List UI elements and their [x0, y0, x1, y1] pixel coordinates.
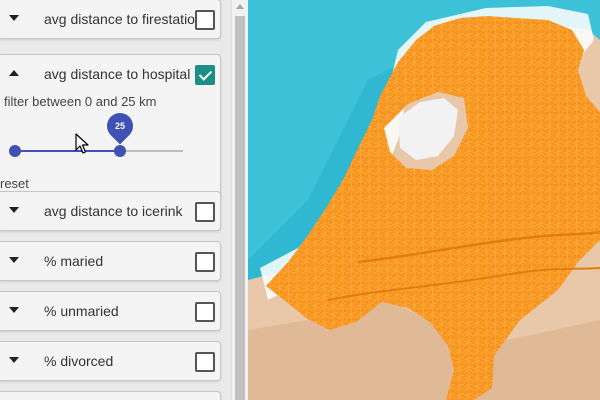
range-slider-min-handle[interactable] [9, 145, 21, 157]
panel-icerink: avg distance to icerink [0, 191, 221, 231]
checkbox-divorced[interactable] [195, 352, 215, 372]
panel-header-icerink[interactable]: avg distance to icerink [0, 192, 220, 230]
panel-header-firestation[interactable]: avg distance to firestation [0, 0, 220, 38]
sidebar-scrollbar[interactable] [231, 0, 248, 400]
sidebar: avg distance to firestation avg distance… [0, 0, 231, 400]
checkbox-maried[interactable] [195, 252, 215, 272]
scrollbar-thumb[interactable] [235, 16, 245, 400]
panel-partial [0, 391, 221, 400]
triangle-down-icon[interactable] [9, 357, 19, 363]
panel-divorced: % divorced [0, 341, 221, 381]
triangle-down-icon[interactable] [9, 207, 19, 213]
panel-maried: % maried [0, 241, 221, 281]
checkbox-icerink[interactable] [195, 202, 215, 222]
reset-link[interactable]: reset [0, 176, 29, 191]
range-slider-track[interactable]: 25 [9, 107, 183, 157]
range-slider-fill [15, 150, 120, 152]
range-slider-max-handle[interactable] [114, 145, 126, 157]
panel-header-divorced[interactable]: % divorced [0, 342, 220, 380]
panel-unmaried: % unmaried [0, 291, 221, 331]
panel-header-hospital[interactable]: avg distance to hospital [0, 55, 220, 93]
filter-description: filter between 0 and 25 km [4, 94, 157, 109]
hospital-filter: filter between 0 and 25 km 25 reset [0, 93, 220, 199]
checkbox-firestation[interactable] [195, 10, 215, 30]
slider-value-label: 25 [114, 121, 125, 131]
panel-label-hospital: avg distance to hospital [44, 66, 191, 82]
panel-header-maried[interactable]: % maried [0, 242, 220, 280]
map-view[interactable] [248, 0, 600, 400]
panel-firestation: avg distance to firestation [0, 0, 221, 39]
panel-header-unmaried[interactable]: % unmaried [0, 292, 220, 330]
triangle-down-icon[interactable] [9, 15, 19, 21]
panel-label-icerink: avg distance to icerink [44, 203, 183, 219]
panel-label-maried: % maried [44, 253, 104, 269]
panel-label-unmaried: % unmaried [44, 303, 119, 319]
triangle-down-icon[interactable] [9, 307, 19, 313]
checkbox-hospital[interactable] [195, 65, 215, 85]
mouse-pointer-icon [75, 133, 89, 154]
triangle-down-icon[interactable] [9, 257, 19, 263]
triangle-up-icon[interactable] [9, 70, 19, 76]
panel-hospital: avg distance to hospital filter between … [0, 54, 221, 200]
netherlands-map[interactable] [248, 0, 600, 400]
scroll-up-icon[interactable] [236, 4, 244, 9]
checkbox-unmaried[interactable] [195, 302, 215, 322]
panel-label-divorced: % divorced [44, 353, 114, 369]
panel-label-firestation: avg distance to firestation [44, 11, 203, 27]
